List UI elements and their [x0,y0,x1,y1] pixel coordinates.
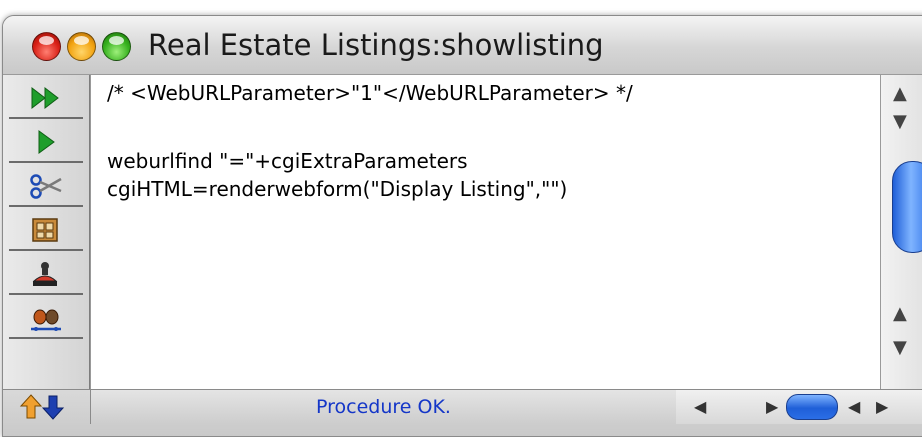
scroll-left-arrow-icon[interactable]: ◀ [694,397,706,416]
status-bar: Procedure OK. ◀ ▶ ◀ ▶ [3,389,922,436]
vertical-scrollbar[interactable]: ▲ ▼ ▲ ▼ [880,75,922,389]
fast-forward-icon [31,86,59,110]
paste-button[interactable] [9,211,83,251]
stamp-button[interactable] [9,255,83,295]
code-line: cgiHTML=renderwebform("Display Listing",… [107,177,568,201]
scroll-left-arrow-icon[interactable]: ◀ [848,397,860,416]
cut-button[interactable] [9,167,83,207]
scroll-down-arrow-icon[interactable]: ▼ [893,337,907,358]
close-button[interactable] [32,32,61,61]
up-down-arrows-icon [19,394,65,420]
vertical-scroll-thumb[interactable] [892,161,922,253]
run-button[interactable] [9,123,83,163]
title-bar[interactable]: Real Estate Listings:showlisting [3,16,922,75]
stamp-icon [32,262,58,286]
zoom-button[interactable] [102,32,131,61]
procedure-toolbar [3,75,90,436]
horizontal-scrollbar[interactable]: ◀ ▶ ◀ ▶ [676,390,922,424]
minimize-button[interactable] [67,32,96,61]
scroll-right-arrow-icon[interactable]: ▶ [766,397,778,416]
horizontal-scroll-thumb[interactable] [786,394,838,420]
code-line: /* <WebURLParameter>"1"</WebURLParameter… [107,81,633,105]
scroll-up-arrow-icon[interactable]: ▲ [893,303,907,324]
scissors-icon [30,174,62,199]
scroll-down-arrow-icon[interactable]: ▼ [893,111,907,132]
scroll-lock-button[interactable] [9,392,83,422]
clipboard-icon [32,218,58,242]
run-all-button[interactable] [9,79,83,119]
code-line: weburlfind "="+cgiExtraParameters [107,149,468,173]
debug-button[interactable] [9,299,83,339]
scroll-up-arrow-icon[interactable]: ▲ [893,83,907,104]
procedure-editor[interactable]: /* <WebURLParameter>"1"</WebURLParameter… [90,75,881,389]
window-title: Real Estate Listings:showlisting [148,28,604,62]
status-message: Procedure OK. [90,390,677,424]
debug-bugs-icon [31,309,61,331]
play-icon [38,130,55,154]
scroll-right-arrow-icon[interactable]: ▶ [876,397,888,416]
procedure-window: Real Estate Listings:showlisting /* <Web… [2,15,922,437]
